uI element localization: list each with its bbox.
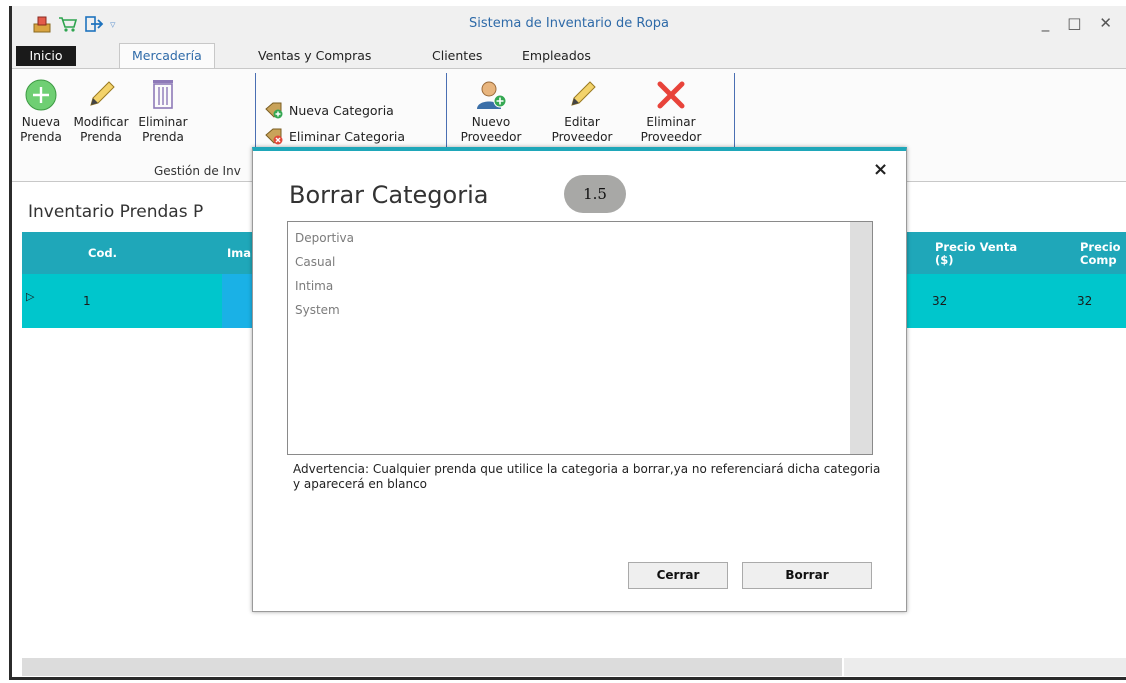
dialog-close-icon[interactable]: ×	[873, 159, 888, 180]
list-item[interactable]: Casual	[295, 255, 335, 269]
cell-cod: 1	[83, 294, 91, 308]
ribbon-tabs: Inicio Mercadería Ventas y Compras Clien…	[12, 42, 1126, 70]
modificar-prenda-label-2: Prenda	[80, 130, 122, 144]
nuevo-proveedor-label-2: Proveedor	[460, 130, 522, 144]
editar-proveedor-button[interactable]: Editar Proveedor	[549, 77, 615, 145]
user-add-icon	[477, 81, 507, 109]
window-title: Sistema de Inventario de Ropa	[469, 16, 669, 31]
category-list[interactable]: Deportiva Casual Intima System	[287, 221, 873, 455]
list-item[interactable]: Intima	[295, 279, 333, 293]
tab-mercaderia[interactable]: Mercadería	[119, 43, 215, 70]
trash-icon	[153, 80, 173, 109]
row-selector-icon: ▷	[26, 290, 35, 303]
pencil-icon	[90, 81, 115, 106]
minimize-button[interactable]: _	[1042, 14, 1050, 32]
ribbon-separator	[446, 73, 447, 157]
eliminar-prenda-button[interactable]: Eliminar Prenda	[134, 77, 192, 145]
pencil-icon	[571, 81, 596, 106]
title-bar: ▿ Sistema de Inventario de Ropa _ □ ✕	[12, 6, 1126, 42]
nueva-categoria-button[interactable]: Nueva Categoria	[264, 101, 394, 119]
nueva-prenda-label-1: Nueva	[21, 115, 61, 129]
tag-remove-icon	[265, 128, 283, 145]
tab-ventas-compras[interactable]: Ventas y Compras	[250, 46, 379, 68]
list-scrollbar[interactable]	[850, 222, 872, 454]
eliminar-proveedor-label-1: Eliminar	[646, 115, 696, 129]
ribbon-separator	[734, 73, 735, 157]
tag-add-icon	[265, 102, 283, 119]
col-cod[interactable]: Cod.	[88, 247, 117, 260]
scrollbar-track	[844, 658, 1126, 676]
modificar-prenda-label-1: Modificar	[73, 115, 129, 129]
col-precio-venta[interactable]: Precio Venta ($)	[935, 241, 1017, 267]
list-item[interactable]: System	[295, 303, 340, 317]
eliminar-categoria-button[interactable]: Eliminar Categoria	[264, 127, 405, 145]
add-circle-icon	[25, 79, 57, 111]
tab-inicio[interactable]: Inicio	[16, 46, 76, 66]
borrar-categoria-dialog: Borrar Categoria 1.5 × Deportiva Casual …	[252, 147, 907, 612]
warning-text: Advertencia: Cualquier prenda que utilic…	[293, 462, 881, 491]
list-item[interactable]: Deportiva	[295, 231, 354, 245]
window-controls: _ □ ✕	[1042, 14, 1112, 32]
red-x-icon	[657, 81, 685, 109]
cerrar-button[interactable]: Cerrar	[628, 562, 728, 589]
eliminar-prenda-label-2: Prenda	[142, 130, 184, 144]
col-imagen[interactable]: Ima	[227, 247, 251, 260]
tab-empleados[interactable]: Empleados	[514, 46, 599, 68]
horizontal-scrollbar[interactable]	[22, 658, 842, 676]
nuevo-proveedor-label-1: Nuevo	[471, 115, 511, 129]
eliminar-categoria-label: Eliminar Categoria	[289, 128, 406, 144]
borrar-button[interactable]: Borrar	[742, 562, 872, 589]
eliminar-prenda-label-1: Eliminar	[138, 115, 188, 129]
eliminar-proveedor-label-2: Proveedor	[640, 130, 702, 144]
ribbon-group-label: Gestión de Inv	[154, 164, 241, 178]
version-badge: 1.5	[564, 175, 626, 213]
nueva-prenda-button[interactable]: Nueva Prenda	[18, 77, 64, 145]
maximize-button[interactable]: □	[1067, 14, 1081, 32]
screen-edge	[0, 0, 3, 683]
editar-proveedor-label-2: Proveedor	[551, 130, 613, 144]
nuevo-proveedor-button[interactable]: Nuevo Proveedor	[458, 77, 524, 145]
nueva-categoria-label: Nueva Categoria	[289, 102, 394, 118]
cell-precio-venta: 32	[932, 294, 948, 308]
cell-precio-compra: 32	[1077, 294, 1093, 308]
tab-clientes[interactable]: Clientes	[424, 46, 490, 68]
dialog-title: Borrar Categoria	[289, 181, 489, 209]
eliminar-proveedor-button[interactable]: Eliminar Proveedor	[638, 77, 704, 145]
ribbon-separator	[255, 73, 256, 157]
nueva-prenda-label-2: Prenda	[20, 130, 62, 144]
close-button[interactable]: ✕	[1099, 14, 1112, 32]
col-precio-compra[interactable]: Precio Comp	[1080, 241, 1121, 267]
content-title: Inventario Prendas P	[28, 202, 204, 222]
modificar-prenda-button[interactable]: Modificar Prenda	[68, 77, 134, 145]
editar-proveedor-label-1: Editar	[564, 115, 600, 129]
